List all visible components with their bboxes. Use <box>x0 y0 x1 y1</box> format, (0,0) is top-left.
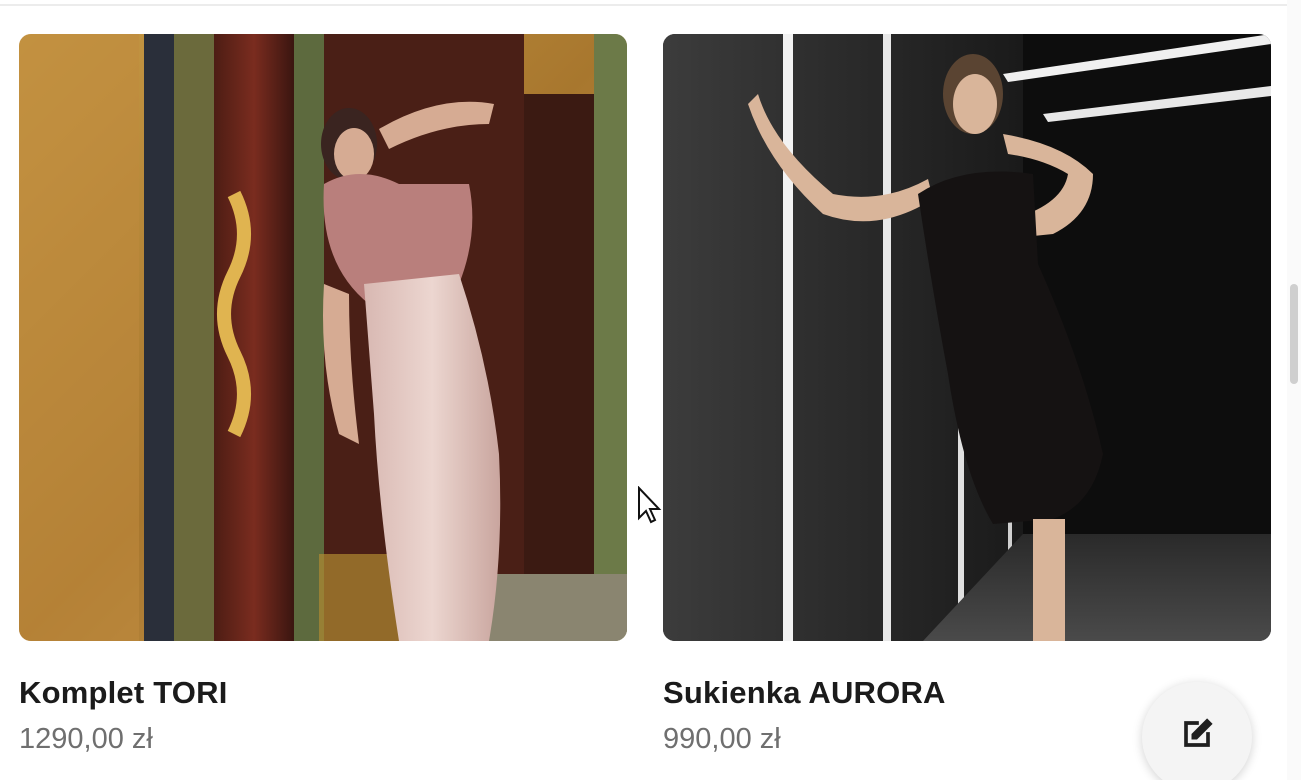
product-image[interactable] <box>663 34 1271 641</box>
product-card[interactable]: Komplet TORI 1290,00 zł <box>19 34 627 756</box>
product-grid-page: Komplet TORI 1290,00 zł Sukienka AURORA … <box>0 0 1301 780</box>
top-divider <box>0 4 1287 6</box>
edit-icon <box>1175 712 1219 761</box>
scrollbar[interactable] <box>1287 0 1301 780</box>
mouse-cursor-icon <box>637 485 663 531</box>
product-title[interactable]: Komplet TORI <box>19 675 627 711</box>
product-price: 1290,00 zł <box>19 723 153 755</box>
scrollbar-thumb[interactable] <box>1290 284 1298 384</box>
product-image[interactable] <box>19 34 627 641</box>
product-card[interactable]: Sukienka AURORA 990,00 zł <box>663 34 1271 756</box>
